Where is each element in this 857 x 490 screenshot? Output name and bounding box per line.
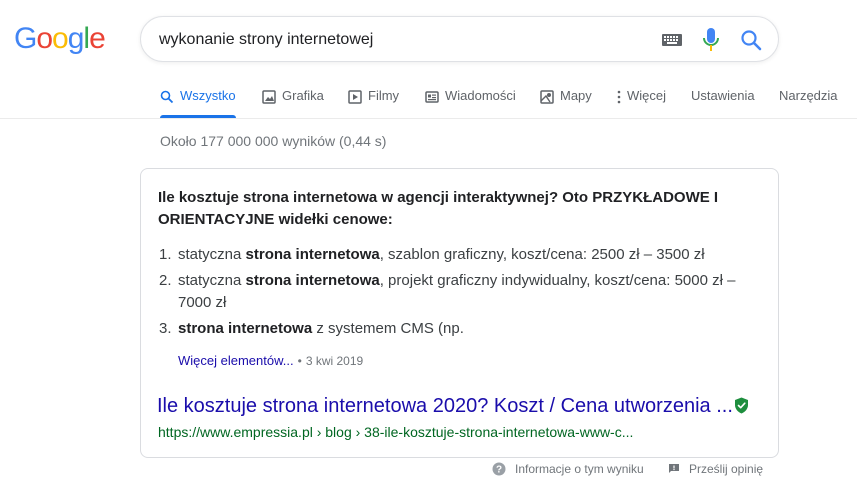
search-icon[interactable]: [740, 29, 762, 51]
svg-text:?: ?: [496, 465, 502, 476]
snippet-date: 3 kwi 2019: [305, 354, 364, 368]
more-items-link[interactable]: Więcej elementów...: [178, 353, 294, 368]
snippet-footer: ? Informacje o tym wyniku Prześlij opini…: [0, 462, 857, 482]
list-item: 1. statyczna strona internetowa, szablon …: [159, 244, 759, 266]
tab-images[interactable]: Grafika: [262, 78, 324, 118]
tab-news[interactable]: Wiadomości: [425, 78, 516, 118]
list-number: 1.: [159, 246, 172, 263]
more-items-row: Więcej elementów... • 3 kwi 2019: [178, 352, 363, 370]
list-item: 3. strona internetowa z systemem CMS (np.: [159, 318, 759, 340]
tab-tools[interactable]: Narzędzia: [779, 78, 838, 118]
result-url[interactable]: https://www.empressia.pl › blog › 38-ile…: [158, 423, 633, 441]
mic-icon[interactable]: [703, 27, 719, 53]
tab-label: Grafika: [282, 88, 324, 103]
logo-letter: g: [67, 22, 85, 55]
item-highlight: strona internetowa: [245, 246, 380, 263]
logo-letter: o: [36, 22, 53, 55]
image-icon: [262, 90, 276, 104]
item-text: statyczna: [178, 272, 246, 289]
list-item: 2. statyczna strona internetowa, projekt …: [159, 270, 759, 314]
search-input[interactable]: wykonanie strony internetowej: [159, 30, 639, 50]
tab-label: Filmy: [368, 88, 400, 103]
tab-more[interactable]: Więcej: [617, 78, 666, 118]
search-box: wykonanie strony internetowej: [140, 16, 779, 62]
search-tabs: Wszystko Grafika Filmy Wiadomości Mapy W…: [0, 78, 857, 118]
logo-letter: G: [14, 22, 37, 55]
tab-videos[interactable]: Filmy: [348, 78, 399, 118]
about-result-label: Informacje o tym wyniku: [515, 462, 644, 476]
more-vert-icon: [617, 90, 621, 104]
tab-label: Wszystko: [180, 88, 236, 103]
play-icon: [348, 90, 362, 104]
tab-label: Narzędzia: [779, 88, 838, 103]
tab-all[interactable]: Wszystko: [160, 78, 236, 118]
item-highlight: strona internetowa: [245, 272, 380, 289]
snippet-question: Ile kosztuje strona internetowa w agencj…: [158, 189, 719, 228]
tab-settings[interactable]: Ustawienia: [691, 78, 755, 118]
google-logo[interactable]: Google: [14, 22, 106, 56]
result-stats: Około 177 000 000 wyników (0,44 s): [160, 133, 387, 149]
news-icon: [425, 91, 439, 103]
result-title-link[interactable]: Ile kosztuje strona internetowa 2020? Ko…: [157, 393, 733, 419]
header-divider: [0, 118, 857, 119]
feedback-label: Prześlij opinię: [689, 462, 764, 476]
tab-label: Ustawienia: [691, 88, 755, 103]
tab-label: Mapy: [560, 88, 592, 103]
list-number: 2.: [159, 272, 172, 289]
item-text: , szablon graficzny, koszt/cena: 2500 zł…: [379, 246, 705, 263]
item-text: z systemem CMS (np.: [312, 320, 464, 337]
verified-shield-icon: [735, 397, 748, 414]
tab-label: Wiadomości: [445, 88, 516, 103]
help-icon: ?: [492, 462, 506, 476]
about-result-link[interactable]: ? Informacje o tym wyniku: [492, 462, 644, 476]
item-text: statyczna: [178, 246, 246, 263]
list-number: 3.: [159, 320, 172, 337]
snippet-list: 1. statyczna strona internetowa, szablon …: [159, 244, 759, 344]
separator-dot: •: [297, 354, 302, 368]
feedback-icon: [669, 464, 679, 473]
tab-maps[interactable]: Mapy: [540, 78, 592, 118]
logo-letter: o: [52, 22, 69, 55]
logo-letter: e: [89, 22, 106, 55]
featured-snippet: Ile kosztuje strona internetowa w agencj…: [140, 168, 779, 458]
item-highlight: strona internetowa: [178, 320, 313, 337]
keyboard-icon[interactable]: [662, 34, 682, 46]
feedback-link[interactable]: Prześlij opinię: [668, 462, 763, 476]
tab-label: Więcej: [627, 88, 667, 103]
map-icon: [540, 90, 554, 104]
search-icon: [160, 90, 174, 104]
